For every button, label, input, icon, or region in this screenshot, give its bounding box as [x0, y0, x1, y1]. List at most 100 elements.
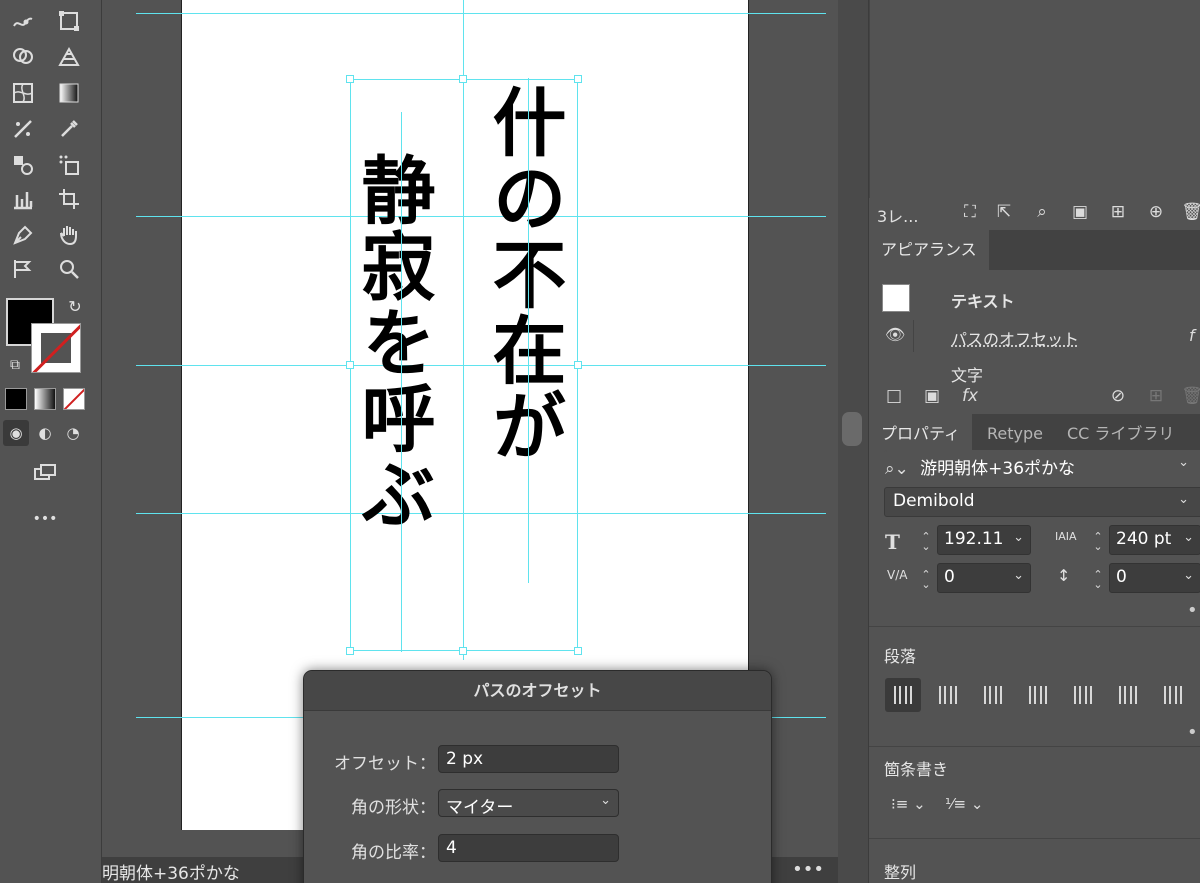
- chevron-down-icon: ⌄: [1178, 492, 1189, 507]
- font-style-select[interactable]: Demibold ⌄: [884, 487, 1200, 517]
- kerning-icon: V/A: [887, 568, 908, 582]
- kerning-input[interactable]: 0 ⌄: [937, 563, 1031, 593]
- stroke-color-swatch[interactable]: [31, 323, 81, 373]
- swap-colors-icon[interactable]: ↻: [60, 292, 90, 322]
- resize-handle[interactable]: [574, 75, 582, 83]
- symbol-tool-icon[interactable]: [54, 150, 84, 180]
- new-sublayer-icon[interactable]: ⊞: [1107, 202, 1129, 224]
- resize-handle[interactable]: [459, 75, 467, 83]
- delete-item-icon[interactable]: 🗑: [1181, 386, 1200, 408]
- numbered-list-icon[interactable]: ⅟≡ ⌄: [945, 795, 983, 813]
- shape-builder-icon[interactable]: [8, 42, 38, 72]
- leading-input[interactable]: 240 pt ⌄: [1109, 525, 1200, 555]
- offset-input[interactable]: 2 px: [438, 745, 619, 773]
- kerning-stepper[interactable]: ⌃ ⌄: [919, 569, 933, 590]
- tab-retype[interactable]: Retype: [975, 414, 1055, 454]
- tab-appearance[interactable]: アピアランス: [869, 230, 989, 270]
- pen-tool-icon[interactable]: [8, 220, 38, 250]
- color-mode-icon[interactable]: [5, 388, 27, 410]
- miter-limit-label: 角の比率：: [351, 843, 436, 863]
- splitter-grip[interactable]: [842, 412, 862, 446]
- draw-inside-icon[interactable]: ◔: [60, 420, 86, 446]
- resize-handle[interactable]: [574, 361, 582, 369]
- screen-mode-icon[interactable]: [30, 458, 60, 488]
- align-section-title: 整列: [884, 863, 917, 882]
- hand-tool-icon[interactable]: [54, 220, 84, 250]
- chevron-down-icon[interactable]: ⌄: [1013, 530, 1024, 545]
- free-transform-icon[interactable]: [54, 6, 84, 36]
- layer-count: 3レ...: [877, 207, 919, 226]
- tab-cc-libraries[interactable]: CC ライブラリ: [1055, 414, 1186, 454]
- leading-icon: IAIA: [1055, 530, 1077, 543]
- font-family-select[interactable]: ⌕⌄ 游明朝体+36ポかな ⌄: [884, 450, 1200, 480]
- selection-bounding-box[interactable]: [350, 79, 578, 651]
- artboard-tool-icon[interactable]: [54, 184, 84, 214]
- resize-handle[interactable]: [346, 361, 354, 369]
- appearance-effect-row[interactable]: 👁 パスのオフセット f: [869, 318, 1200, 354]
- justify-top-button[interactable]: [1020, 678, 1056, 712]
- tracking-input[interactable]: 0 ⌄: [1109, 563, 1200, 593]
- search-icon[interactable]: ⌕: [1031, 202, 1053, 224]
- width-tool-icon[interactable]: [8, 6, 38, 36]
- trash-icon[interactable]: 🗑: [1181, 202, 1200, 224]
- gradient-mode-icon[interactable]: [34, 388, 56, 410]
- paragraph-more-button[interactable]: •••: [1187, 722, 1200, 743]
- justify-bottom-button[interactable]: [1110, 678, 1146, 712]
- font-size-stepper[interactable]: ⌃ ⌄: [919, 531, 933, 552]
- effect-link[interactable]: パスのオフセット: [951, 326, 1079, 350]
- column-graph-icon[interactable]: [8, 184, 38, 214]
- justify-center-button[interactable]: [1065, 678, 1101, 712]
- tab-properties[interactable]: プロパティ: [869, 414, 973, 454]
- clear-appearance-icon[interactable]: ⊘: [1107, 386, 1129, 408]
- object-type-label: テキスト: [951, 292, 1015, 311]
- clipping-mask-icon[interactable]: ▣: [1069, 202, 1091, 224]
- chevron-down-icon[interactable]: ⌄: [1183, 568, 1194, 583]
- eyedropper-icon[interactable]: [54, 114, 84, 144]
- leading-stepper[interactable]: ⌃ ⌄: [1091, 531, 1105, 552]
- resize-handle[interactable]: [346, 75, 354, 83]
- perspective-grid-icon[interactable]: [54, 42, 84, 72]
- puppet-warp-icon[interactable]: [8, 254, 38, 284]
- bullet-list-icon[interactable]: ⁝≡ ⌄: [891, 795, 926, 813]
- text-baseline-right: [528, 78, 529, 583]
- chevron-down-icon[interactable]: ⌄: [1013, 568, 1024, 583]
- duplicate-item-icon[interactable]: ⊞: [1145, 386, 1167, 408]
- align-top-button[interactable]: [885, 678, 921, 712]
- font-size-input[interactable]: 192.11 ⌄: [937, 525, 1031, 555]
- offset-label: オフセット：: [334, 754, 436, 774]
- resize-handle[interactable]: [346, 647, 354, 655]
- mesh-tool-icon[interactable]: [8, 78, 38, 108]
- align-center-button[interactable]: [930, 678, 966, 712]
- add-stroke-icon[interactable]: □: [883, 386, 905, 408]
- resize-handle[interactable]: [459, 647, 467, 655]
- draw-behind-icon[interactable]: ◐: [32, 420, 58, 446]
- draw-normal-icon[interactable]: ◉: [3, 420, 29, 446]
- none-mode-icon[interactable]: [63, 388, 85, 410]
- new-layer-icon[interactable]: ⊕: [1145, 202, 1167, 224]
- export-icon[interactable]: ⇱: [993, 202, 1015, 224]
- joins-select[interactable]: マイター ⌄: [438, 789, 619, 818]
- align-bottom-button[interactable]: [975, 678, 1011, 712]
- edit-toolbar-button[interactable]: •••: [30, 504, 60, 534]
- collect-export-icon[interactable]: ⛶: [959, 202, 981, 224]
- gradient-tool-icon[interactable]: [54, 78, 84, 108]
- zoom-tool-icon[interactable]: [54, 254, 84, 284]
- default-colors-icon[interactable]: ⧉: [0, 350, 30, 380]
- add-fill-icon[interactable]: ▣: [921, 386, 943, 408]
- font-style-value: Demibold: [893, 491, 975, 511]
- appearance-object-row[interactable]: テキスト: [869, 280, 1200, 316]
- fx-menu-icon[interactable]: fx: [959, 386, 981, 408]
- layers-panel[interactable]: [869, 0, 1200, 198]
- character-more-button[interactable]: •••: [1187, 600, 1200, 621]
- status-more-button[interactable]: •••: [792, 859, 824, 880]
- eye-icon[interactable]: 👁: [885, 325, 905, 344]
- fx-icon[interactable]: f: [1189, 326, 1195, 345]
- tracking-stepper[interactable]: ⌃ ⌄: [1091, 569, 1105, 590]
- chevron-down-icon[interactable]: ⌄: [1183, 530, 1194, 545]
- miter-limit-input[interactable]: 4: [438, 834, 619, 862]
- resize-handle[interactable]: [574, 647, 582, 655]
- symbol-sprayer-icon[interactable]: [8, 150, 38, 180]
- guide-horizontal[interactable]: [136, 13, 826, 14]
- blend-tool-icon[interactable]: [8, 114, 38, 144]
- justify-all-button[interactable]: [1155, 678, 1191, 712]
